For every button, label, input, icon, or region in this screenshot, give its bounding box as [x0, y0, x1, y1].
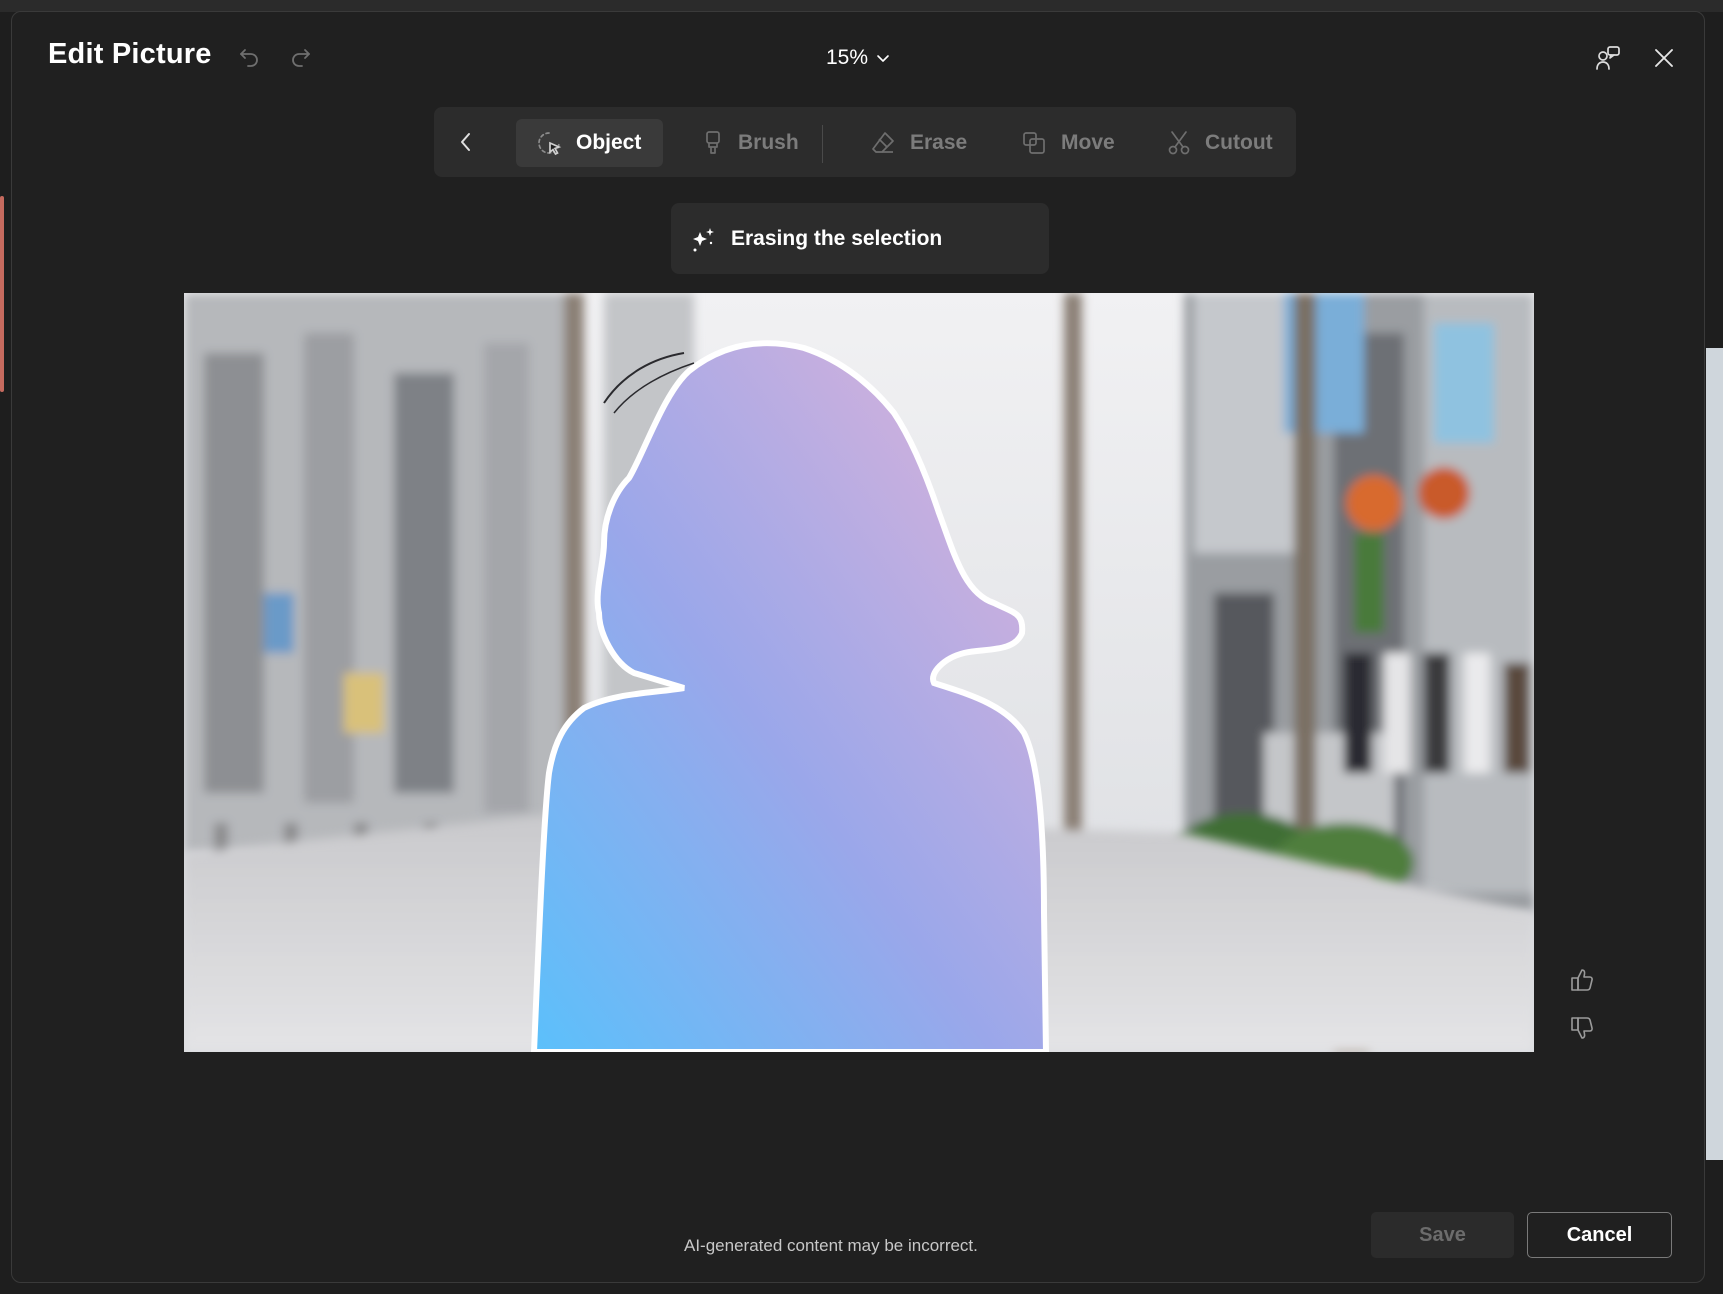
tool-move[interactable]: Move — [1001, 119, 1135, 167]
edit-toolbar: Object Brush Erase Move Cutout — [434, 107, 1296, 177]
tool-cutout[interactable]: Cutout — [1147, 119, 1293, 167]
thumbs-up-button[interactable] — [1564, 962, 1600, 998]
feedback-icon — [1596, 46, 1620, 70]
status-text: Erasing the selection — [731, 226, 943, 250]
eraser-icon — [872, 132, 894, 153]
save-button[interactable]: Save — [1371, 1212, 1514, 1258]
tool-brush-label: Brush — [738, 131, 799, 154]
close-icon — [1655, 49, 1673, 67]
ai-disclaimer: AI-generated content may be incorrect. — [684, 1236, 978, 1255]
dialog-title: Edit Picture — [48, 38, 212, 70]
tool-move-label: Move — [1061, 131, 1115, 154]
street-photo — [184, 293, 1534, 1052]
chevron-left-icon — [461, 133, 470, 151]
zoom-dropdown[interactable]: 15% — [826, 46, 890, 70]
close-button[interactable] — [1646, 40, 1682, 76]
cancel-button[interactable]: Cancel — [1527, 1212, 1672, 1258]
redo-icon — [292, 49, 310, 67]
share-feedback-button[interactable] — [1590, 40, 1626, 76]
thumbs-down-icon — [1571, 1017, 1593, 1039]
tool-object-label: Object — [576, 131, 642, 154]
tool-brush[interactable]: Brush — [682, 119, 819, 167]
tool-cutout-label: Cutout — [1205, 131, 1273, 154]
object-select-icon — [538, 132, 562, 156]
thumbs-up-icon — [1571, 969, 1593, 991]
move-icon — [1023, 132, 1045, 154]
back-button[interactable] — [448, 124, 484, 160]
chevron-down-icon — [877, 55, 889, 62]
undo-button[interactable] — [234, 42, 264, 72]
background-selection-accent — [0, 196, 4, 392]
brush-icon — [706, 131, 720, 154]
zoom-value: 15% — [826, 46, 869, 69]
picture-canvas[interactable] — [184, 293, 1534, 1052]
toolbar-divider — [822, 125, 823, 163]
redo-button[interactable] — [286, 42, 316, 72]
thumbs-down-button[interactable] — [1564, 1010, 1600, 1046]
tool-erase-label: Erase — [910, 131, 968, 154]
background-slide-edge — [1706, 348, 1723, 1160]
tool-object[interactable]: Object — [516, 119, 663, 167]
status-toast: Erasing the selection — [671, 203, 1049, 274]
edit-picture-dialog: Edit Picture 15% Object Brush Erase Move… — [11, 11, 1705, 1283]
tool-erase[interactable]: Erase — [850, 119, 987, 167]
scissors-icon — [1168, 131, 1190, 155]
sparkle-icon — [693, 227, 714, 251]
undo-icon — [240, 49, 258, 67]
